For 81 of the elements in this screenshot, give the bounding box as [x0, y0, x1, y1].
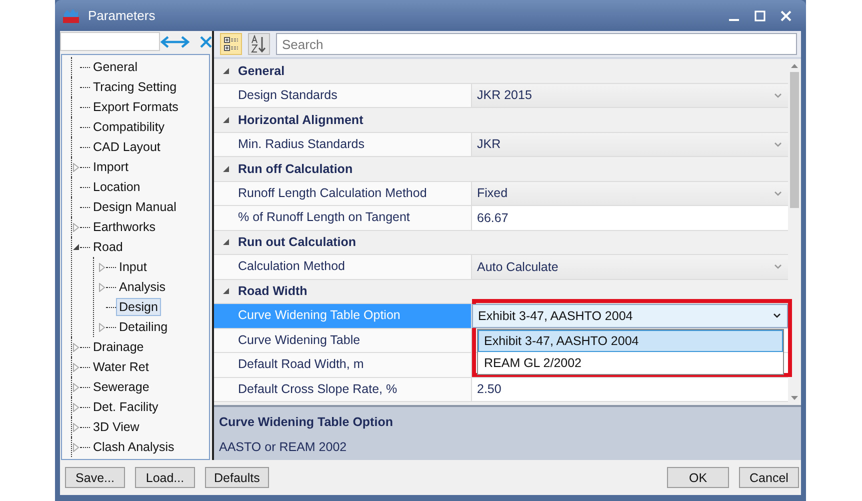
tree-item[interactable]: Location [90, 178, 144, 196]
expanded-triangle-icon[interactable] [222, 164, 230, 173]
dropdown-option[interactable]: Exhibit 3-47, AASHTO 2004 [478, 330, 783, 352]
alphabetical-sort-button[interactable] [248, 33, 270, 55]
expanded-triangle-icon[interactable] [222, 66, 230, 75]
dialog-button[interactable]: Cancel [739, 467, 799, 488]
tree-item[interactable]: 3D View [90, 418, 142, 436]
property-name[interactable]: Curve Widening Table [214, 328, 472, 352]
tree-filter-field[interactable] [60, 32, 160, 51]
category-header[interactable]: Road Width [238, 284, 308, 298]
property-name[interactable]: % of Runoff Length on Tangent [214, 206, 472, 230]
chevron-down-icon [774, 142, 782, 147]
collapsed-triangle-icon[interactable] [73, 442, 79, 452]
chevron-down-icon [774, 190, 782, 196]
expanded-triangle-icon[interactable] [222, 287, 230, 296]
property-name[interactable]: Runoff Length Calculation Method [214, 182, 472, 205]
property-value-field[interactable]: 66.67 [472, 206, 788, 230]
tree-item[interactable]: Detailing [116, 318, 171, 336]
dialog-button[interactable]: OK [667, 467, 729, 488]
tree-item[interactable]: Design [116, 298, 161, 316]
tree-item[interactable]: Road [90, 238, 126, 256]
tree-item[interactable]: Compatibility [90, 118, 168, 136]
chevron-down-icon [774, 264, 782, 270]
collapsed-triangle-icon[interactable] [73, 222, 79, 232]
collapsed-triangle-icon[interactable] [73, 362, 79, 372]
property-name[interactable]: Calculation Method [214, 255, 472, 278]
categorized-view-button[interactable] [220, 33, 242, 55]
property-name[interactable]: Default Road Width, m [214, 353, 472, 376]
dialog-button[interactable]: Save... [65, 467, 125, 488]
window-title: Parameters [88, 8, 156, 23]
property-value-field[interactable]: 2.50 [472, 378, 788, 401]
app-logo-icon [62, 8, 80, 24]
close-icon[interactable] [780, 10, 792, 22]
property-dropdown[interactable]: Exhibit 3-47, AASHTO 2004 [472, 304, 788, 328]
collapsed-triangle-icon[interactable] [73, 342, 79, 352]
tree-item[interactable]: General [90, 58, 140, 76]
scroll-down-icon[interactable] [791, 396, 798, 400]
collapsed-triangle-icon[interactable] [73, 422, 79, 432]
collapsed-triangle-icon[interactable] [73, 402, 79, 412]
dialog-button[interactable]: Defaults [205, 467, 269, 488]
tree-item[interactable]: Export Formats [90, 98, 182, 116]
tree-item[interactable]: Input [116, 258, 150, 276]
tree-item[interactable]: Drainage [90, 338, 147, 356]
tree-item[interactable]: Analysis [116, 278, 169, 296]
tree-item[interactable]: Clash Analysis [90, 438, 178, 456]
search-field[interactable]: Search [276, 33, 797, 55]
tree-item[interactable]: Earthworks [90, 218, 159, 236]
collapsed-triangle-icon[interactable] [73, 162, 79, 172]
dropdown-option[interactable]: REAM GL 2/2002 [478, 352, 783, 374]
description-title: Curve Widening Table Option [219, 414, 394, 429]
category-header[interactable]: General [238, 64, 285, 78]
property-name[interactable]: Min. Radius Standards [214, 132, 472, 156]
collapsed-triangle-icon[interactable] [99, 322, 105, 332]
sort-az-icon [251, 35, 267, 53]
tree-item[interactable]: CAD Layout [90, 138, 164, 156]
chevron-down-icon [774, 92, 782, 98]
collapsed-triangle-icon[interactable] [99, 262, 105, 272]
expanded-triangle-icon[interactable] [222, 116, 230, 124]
category-header[interactable]: Horizontal Alignment [238, 112, 364, 127]
expanded-triangle-icon[interactable] [72, 243, 80, 251]
category-header[interactable]: Run out Calculation [238, 235, 356, 250]
collapsed-triangle-icon[interactable] [99, 282, 105, 292]
tree-item[interactable]: Sewerage [90, 378, 152, 396]
maximize-icon[interactable] [754, 10, 766, 22]
categorized-icon [223, 36, 239, 52]
expanded-triangle-icon[interactable] [222, 238, 230, 246]
description-text: AASTO or REAM 2002 [219, 440, 348, 454]
scrollbar-thumb[interactable] [790, 72, 799, 208]
tree-item[interactable]: Design Manual [90, 198, 180, 216]
chevron-down-icon [773, 313, 781, 318]
scroll-up-icon[interactable] [791, 64, 798, 68]
clear-icon[interactable] [200, 36, 212, 48]
tree-item[interactable]: Water Ret [90, 358, 152, 376]
property-name[interactable]: Design Standards [214, 84, 472, 107]
dialog-button[interactable]: Load... [135, 467, 195, 488]
tree-item[interactable]: Det. Facility [90, 398, 162, 416]
collapsed-triangle-icon[interactable] [73, 382, 79, 392]
tree-item[interactable]: Import [90, 158, 132, 176]
property-name[interactable]: Default Cross Slope Rate, % [214, 378, 472, 401]
tree-item[interactable]: Tracing Setting [90, 78, 180, 96]
category-header[interactable]: Run off Calculation [238, 162, 353, 176]
